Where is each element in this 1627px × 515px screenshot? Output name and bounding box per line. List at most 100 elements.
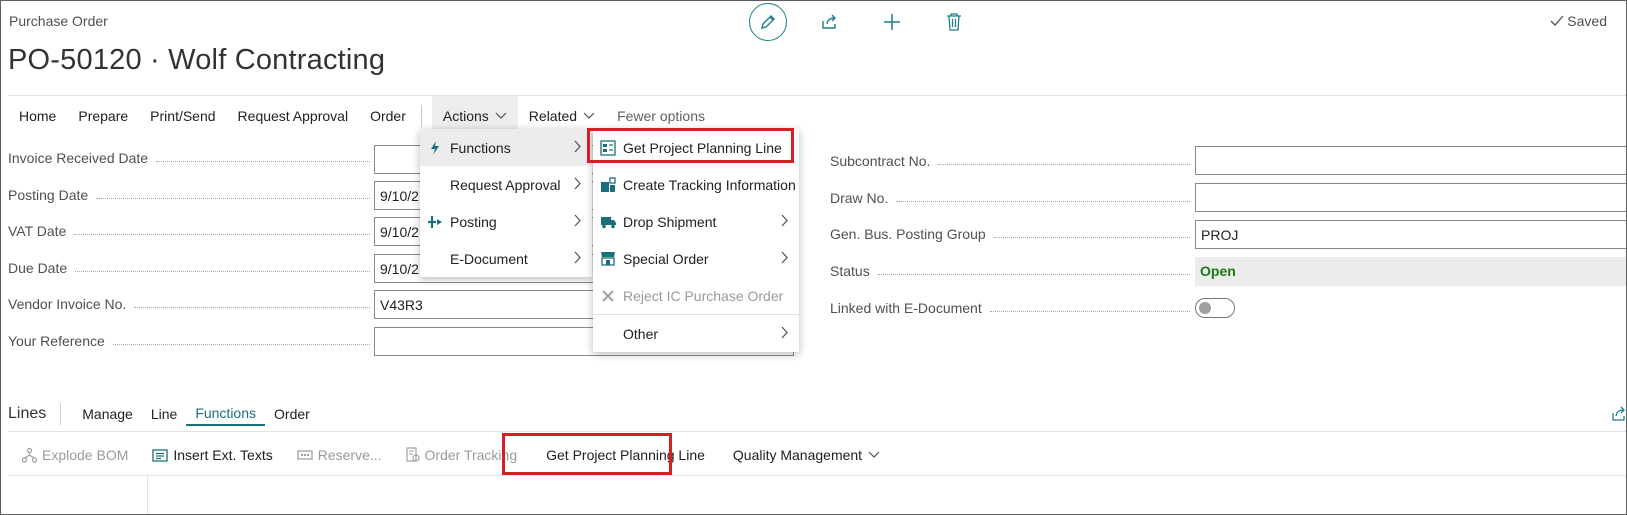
label-text: Vendor Invoice No.: [8, 296, 127, 312]
menu-item-label: Drop Shipment: [623, 213, 717, 230]
menu-item-label: Other: [623, 325, 659, 342]
menu-item-label: Create Tracking Information: [623, 176, 796, 193]
share-icon: [1612, 406, 1625, 421]
actions-label: Actions: [442, 108, 489, 124]
delete-button[interactable]: [935, 3, 973, 41]
menu-item-label: Request Approval: [450, 176, 561, 193]
share-button[interactable]: [811, 3, 849, 41]
menu-item-drop-shipment[interactable]: Drop Shipment: [593, 203, 799, 240]
dotted-leader: [112, 343, 370, 345]
field-your-reference-label: Your Reference: [8, 333, 378, 349]
button-label: Quality Management: [732, 447, 863, 463]
field-posting-date-label: Posting Date: [8, 187, 378, 203]
menu-item-functions[interactable]: Functions: [420, 129, 592, 166]
action-prepare[interactable]: Prepare: [67, 96, 139, 136]
linked-e-document-toggle[interactable]: [1195, 298, 1235, 318]
text-insert-icon: [152, 448, 169, 462]
saved-label: Saved: [1567, 13, 1607, 29]
button-label: Explode BOM: [42, 447, 129, 463]
button-label: Reserve...: [317, 447, 382, 463]
chevron-down-icon: [583, 112, 595, 119]
chevron-right-icon: [574, 177, 581, 190]
menu-item-other[interactable]: Other: [593, 315, 799, 352]
label-text: Invoice Received Date: [8, 150, 149, 166]
lines-action-bar: Explode BOM Insert Ext. Texts Reserve...…: [10, 437, 892, 473]
new-button[interactable]: [873, 3, 911, 41]
label-text: Linked with E-Document: [830, 300, 982, 316]
field-vat-date-label: VAT Date: [8, 223, 378, 239]
lines-tabbar: Lines Manage Line Functions Order: [8, 400, 319, 428]
chevron-down-icon: [495, 112, 507, 119]
menu-item-posting[interactable]: Posting: [420, 203, 592, 240]
explode-bom-button[interactable]: Explode BOM: [10, 437, 140, 473]
menu-item-request-approval[interactable]: Request Approval: [420, 166, 592, 203]
menu-item-label: Get Project Planning Line: [623, 139, 782, 156]
dotted-leader: [96, 197, 370, 199]
field-gen-bus-posting-group-label: Gen. Bus. Posting Group: [830, 226, 1198, 242]
label-text: Your Reference: [8, 333, 105, 349]
chevron-right-icon: [574, 140, 581, 153]
label-text: Subcontract No.: [830, 153, 931, 169]
action-print-send[interactable]: Print/Send: [139, 96, 226, 136]
truck-icon: [593, 215, 623, 229]
chevron-down-icon: [868, 451, 880, 458]
lines-tab-functions[interactable]: Functions: [186, 402, 266, 426]
gen-bus-posting-group-input[interactable]: PROJ: [1195, 220, 1627, 249]
label-text: Gen. Bus. Posting Group: [830, 226, 986, 242]
lightning-icon: [420, 140, 450, 155]
label-text: Status: [830, 263, 870, 279]
draw-no-input[interactable]: [1195, 183, 1627, 212]
pencil-icon: [761, 15, 775, 29]
subcontract-no-input[interactable]: [1195, 146, 1627, 175]
checkmark-icon: [1550, 15, 1564, 26]
dotted-leader: [877, 273, 1190, 275]
quality-management-button[interactable]: Quality Management: [721, 437, 892, 473]
chevron-right-icon: [781, 326, 788, 339]
functions-submenu: Get Project Planning Line Create Trackin…: [593, 129, 799, 352]
menu-item-create-tracking-information[interactable]: Create Tracking Information: [593, 166, 799, 203]
page-kind-label: Purchase Order: [9, 13, 108, 29]
lines-tab-order[interactable]: Order: [265, 402, 319, 426]
lines-tab-manage[interactable]: Manage: [73, 402, 142, 426]
header-actions: [749, 0, 997, 44]
field-invoice-received-date-label: Invoice Received Date: [8, 150, 378, 166]
reserve-button[interactable]: Reserve...: [285, 437, 394, 473]
lines-grid-divider: [8, 475, 1627, 476]
lines-share-button[interactable]: [1611, 406, 1627, 427]
field-status-label: Status: [830, 263, 1198, 279]
menu-item-label: Special Order: [623, 250, 709, 267]
menu-item-reject-ic-purchase-order[interactable]: Reject IC Purchase Order: [593, 277, 799, 314]
grid-column-divider: [147, 476, 148, 514]
order-tracking-button[interactable]: Order Tracking: [394, 437, 530, 473]
label-text: Due Date: [8, 260, 68, 276]
plus-icon: [884, 14, 900, 30]
edit-button[interactable]: [749, 3, 787, 41]
tracking-icon: [593, 176, 623, 193]
menu-item-special-order[interactable]: Special Order: [593, 240, 799, 277]
get-project-planning-line-button[interactable]: Get Project Planning Line: [529, 437, 721, 473]
posting-icon: [420, 215, 450, 229]
actions-menu: Functions Request Approval Posting E-Doc…: [420, 129, 592, 277]
label-text: Posting Date: [8, 187, 89, 203]
field-due-date-label: Due Date: [8, 260, 378, 276]
label-text: VAT Date: [8, 223, 67, 239]
dotted-leader: [74, 233, 370, 235]
menu-item-get-project-planning-line[interactable]: Get Project Planning Line: [593, 129, 799, 166]
lines-divider: [8, 431, 1627, 432]
button-label: Order Tracking: [424, 447, 518, 463]
menu-item-label: Reject IC Purchase Order: [623, 287, 784, 304]
button-label: Insert Ext. Texts: [173, 447, 273, 463]
insert-ext-texts-button[interactable]: Insert Ext. Texts: [140, 437, 284, 473]
related-label: Related: [528, 108, 578, 124]
action-order[interactable]: Order: [359, 96, 417, 136]
menu-item-e-document[interactable]: E-Document: [420, 240, 592, 277]
lines-tab-line[interactable]: Line: [142, 402, 186, 426]
action-home[interactable]: Home: [8, 96, 67, 136]
action-bar-separator: [420, 105, 422, 127]
dotted-leader: [989, 310, 1190, 312]
reserve-icon: [297, 449, 313, 461]
action-request-approval[interactable]: Request Approval: [227, 96, 360, 136]
chevron-right-icon: [574, 251, 581, 264]
menu-item-label: Functions: [450, 139, 511, 156]
chevron-right-icon: [781, 251, 788, 264]
